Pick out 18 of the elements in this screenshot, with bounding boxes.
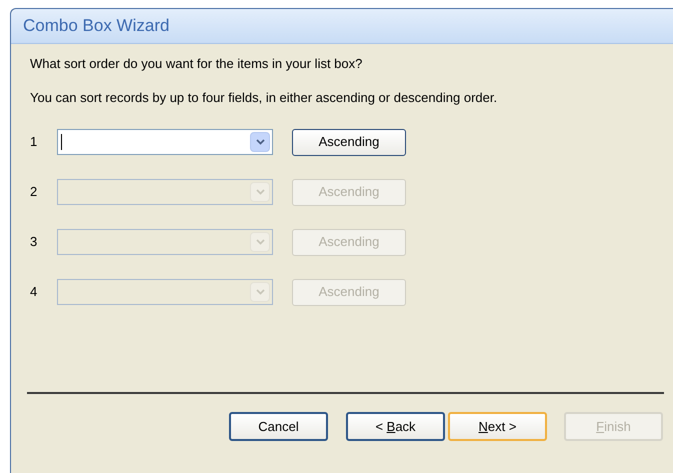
text-cursor [61,134,62,150]
sort-field-combo[interactable] [57,129,273,155]
wizard-button[interactable]: < Back [346,412,445,441]
sort-order-button[interactable]: Ascending [292,128,406,156]
field-number: 1 [30,133,38,152]
field-number: 3 [30,233,38,252]
question-text: What sort order do you want for the items in your list box? [30,55,364,73]
chevron-down-icon [256,289,264,295]
wizard-button[interactable]: Next > [448,412,547,441]
instruction-text: You can sort records by up to four fields, in either ascending or descending order. [30,88,498,107]
chevron-down-icon [256,239,264,245]
window-title: Combo Box Wizard [23,15,170,38]
field-number: 2 [30,183,38,202]
field-number: 4 [30,283,38,302]
dropdown-button[interactable] [250,132,270,152]
chevron-down-icon [256,189,264,195]
wizard-button[interactable]: Cancel [229,412,328,441]
chevron-down-icon [256,139,264,145]
